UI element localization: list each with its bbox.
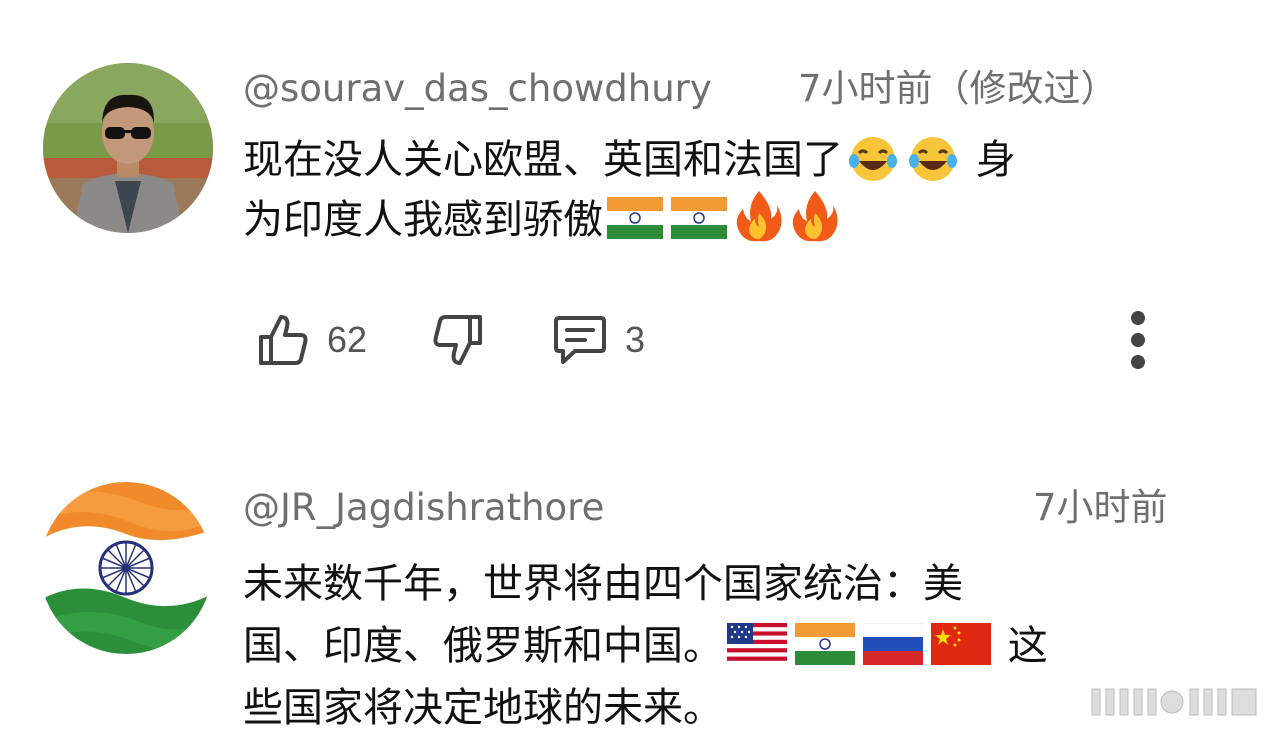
comment-text-line: 现在没人关心欧盟、英国和法国了 身 — [243, 135, 1016, 183]
more-options-button[interactable] — [1123, 311, 1153, 371]
tears-of-joy-icon — [845, 135, 901, 183]
china-flag-icon — [931, 623, 991, 665]
thumbs-up-icon — [259, 315, 308, 365]
comment-item: @JR_Jagdishrathore 7小时前 未来数千年，世界将由四个国家统治… — [0, 420, 1280, 737]
russia-flag-icon — [863, 623, 923, 665]
india-flag-icon — [795, 623, 855, 665]
reply-count: 3 — [625, 319, 646, 360]
india-flag-icon — [607, 197, 663, 239]
like-button[interactable]: 62 — [257, 305, 367, 375]
india-flag-icon — [671, 197, 727, 239]
user-photo-avatar-icon — [43, 63, 213, 233]
comment-text-line: 国、印度、俄罗斯和中国。 这 — [243, 623, 1048, 669]
comment-text-line: 些国家将决定地球的未来。 — [243, 685, 723, 731]
comment-actions: 62 3 — [0, 305, 1280, 375]
comment-timestamp: 7小时前（修改过） — [798, 67, 1118, 110]
avatar[interactable] — [40, 482, 212, 654]
comment-text: 现在没人关心欧盟、英国和法国了 身 为印度人我感到骄傲 — [243, 131, 1016, 247]
thumbs-down-icon — [433, 315, 482, 365]
comment-author[interactable]: @sourav_das_chowdhury — [243, 70, 712, 107]
comment-item: @sourav_das_chowdhury 7小时前（修改过） 现在没人关心欧盟… — [0, 0, 1280, 420]
like-count: 62 — [327, 319, 368, 360]
watermark-logo — [1090, 685, 1260, 719]
comment-text-line: 为印度人我感到骄傲 — [243, 189, 1016, 247]
dislike-button[interactable] — [432, 305, 484, 375]
fire-icon — [733, 189, 785, 243]
comment-timestamp: 7小时前 — [1033, 486, 1168, 529]
usa-flag-icon — [727, 623, 787, 665]
comment-text-line: 未来数千年，世界将由四个国家统治：美 — [243, 561, 963, 607]
comment-icon — [554, 316, 606, 364]
comment-text: 未来数千年，世界将由四个国家统治：美 国、印度、俄罗斯和中国。 这 些国家将决定… — [243, 553, 1048, 739]
fire-icon — [789, 189, 841, 243]
india-flag-avatar-icon — [40, 482, 212, 654]
avatar[interactable] — [43, 63, 213, 233]
comment-author[interactable]: @JR_Jagdishrathore — [243, 489, 604, 526]
tears-of-joy-icon — [905, 135, 961, 183]
reply-button[interactable]: 3 — [553, 305, 645, 375]
